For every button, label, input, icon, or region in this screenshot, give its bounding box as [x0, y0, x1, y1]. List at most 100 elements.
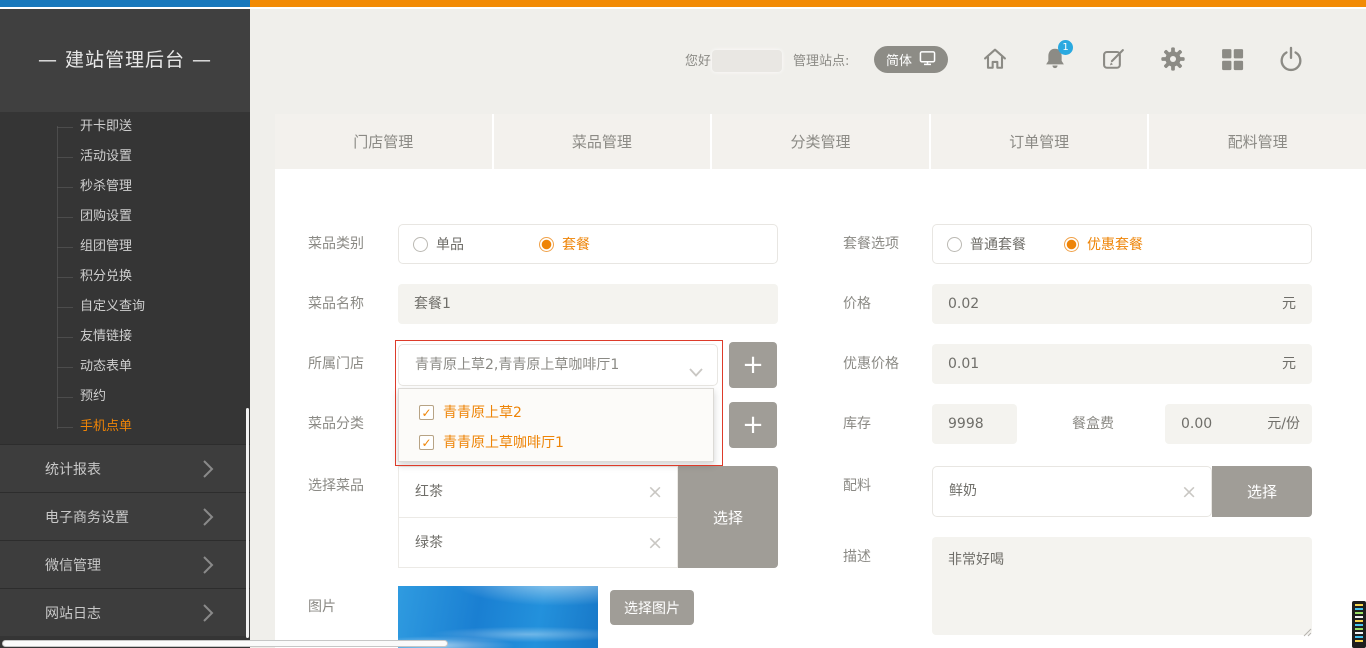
- sidebar-item-zidingyichaxun[interactable]: 自定义查询: [0, 292, 250, 322]
- select-ingredient-button[interactable]: 选择: [1212, 466, 1312, 517]
- section-label: 统计报表: [45, 459, 101, 479]
- power-logout-icon[interactable]: [1277, 45, 1305, 73]
- topbar-orange: [250, 0, 1366, 7]
- store-select[interactable]: 青青原上草2,青青原上草咖啡厅1: [398, 344, 718, 386]
- store-option-1[interactable]: ✓ 青青原上草2: [419, 397, 713, 427]
- tab-ingredient-management[interactable]: 配料管理: [1149, 114, 1366, 169]
- ingredient-label: 配料: [843, 466, 871, 506]
- price-label: 价格: [843, 284, 871, 324]
- sidebar-section-weixinguanli[interactable]: 微信管理: [0, 540, 250, 588]
- dish-name: 绿茶: [415, 535, 443, 551]
- add-store-button[interactable]: +: [729, 342, 777, 388]
- add-classify-button[interactable]: +: [729, 402, 777, 448]
- store-label: 所属门店: [308, 344, 364, 384]
- description-textarea[interactable]: 非常好喝: [932, 537, 1312, 635]
- language-switch-button[interactable]: 简体: [874, 46, 948, 73]
- dish-name: 红茶: [415, 484, 443, 500]
- sidebar-item-shoujidiandan-active[interactable]: 手机点单: [0, 412, 250, 442]
- radio-icon: [947, 237, 962, 252]
- sidebar-item-youqinglianjie[interactable]: 友情链接: [0, 322, 250, 352]
- box-fee-input[interactable]: 0.00 元/份: [1165, 404, 1312, 444]
- radio-discount-meal[interactable]: 优惠套餐: [1064, 234, 1143, 254]
- radio-label: 普通套餐: [970, 234, 1026, 254]
- box-fee-unit: 元/份: [1267, 404, 1300, 444]
- chevron-right-icon: [203, 460, 214, 482]
- app-title: — 建站管理后台 —: [0, 9, 250, 112]
- dish-category-radio-group: 单品 套餐: [398, 224, 778, 264]
- remove-ingredient-icon[interactable]: ×: [1181, 483, 1197, 502]
- notification-badge: 1: [1058, 40, 1073, 55]
- tab-bar: 门店管理 菜品管理 分类管理 订单管理 配料管理: [275, 114, 1366, 169]
- select-dishes-button[interactable]: 选择: [678, 466, 778, 568]
- dish-category-label: 菜品类别: [308, 224, 364, 264]
- sidebar-item-dongtaibiaodan[interactable]: 动态表单: [0, 352, 250, 382]
- dish-name-input[interactable]: 套餐1: [398, 284, 778, 324]
- box-fee-label: 餐盒费: [1072, 404, 1114, 444]
- store-select-value: 青青原上草2,青青原上草咖啡厅1: [399, 345, 717, 385]
- image-label: 图片: [308, 587, 336, 627]
- capture-toolbar-fragment: [1352, 601, 1366, 648]
- sidebar: — 建站管理后台 — 开卡即送 活动设置 秒杀管理 团购设置 组团管理 积分兑换…: [0, 9, 250, 648]
- chevron-down-icon: [689, 362, 703, 381]
- username-redacted: [712, 50, 782, 72]
- language-label: 简体: [886, 50, 912, 69]
- apps-grid-icon[interactable]: [1218, 45, 1246, 73]
- section-label: 电子商务设置: [45, 507, 129, 527]
- price-value: 0.02: [948, 296, 979, 312]
- sidebar-item-yuyue[interactable]: 预约: [0, 382, 250, 412]
- tab-store-management[interactable]: 门店管理: [275, 114, 494, 169]
- price-input[interactable]: 0.02 元: [932, 284, 1312, 324]
- radio-set-meal[interactable]: 套餐: [539, 234, 590, 254]
- stock-label: 库存: [843, 404, 871, 444]
- meal-option-radio-group: 普通套餐 优惠套餐: [932, 224, 1312, 264]
- remove-dish-icon[interactable]: ×: [647, 534, 663, 553]
- checkbox-checked-icon[interactable]: ✓: [419, 435, 434, 450]
- sidebar-item-zutuanguanli[interactable]: 组团管理: [0, 232, 250, 262]
- sidebar-submenu: 开卡即送 活动设置 秒杀管理 团购设置 组团管理 积分兑换 自定义查询 友情链接…: [0, 112, 250, 442]
- chevron-right-icon: [203, 604, 214, 626]
- radio-normal-meal[interactable]: 普通套餐: [947, 234, 1026, 254]
- sidebar-section-tongjibaobiao[interactable]: 统计报表: [0, 444, 250, 492]
- ingredient-input[interactable]: 鲜奶 ×: [932, 466, 1212, 517]
- radio-icon: [1064, 237, 1079, 252]
- store-option-label: 青青原上草咖啡厅1: [443, 432, 564, 452]
- sidebar-item-miaoshaguanli[interactable]: 秒杀管理: [0, 172, 250, 202]
- sidebar-section-dianzishangwu[interactable]: 电子商务设置: [0, 492, 250, 540]
- dish-classify-label: 菜品分类: [308, 404, 364, 444]
- selected-dish-list: 红茶 × 绿茶 ×: [398, 466, 678, 568]
- sidebar-item-huodongshezhi[interactable]: 活动设置: [0, 142, 250, 172]
- radio-single-item[interactable]: 单品: [413, 234, 464, 254]
- section-label: 网站日志: [45, 603, 101, 623]
- remove-dish-icon[interactable]: ×: [647, 483, 663, 502]
- store-dropdown-panel: ✓ 青青原上草2 ✓ 青青原上草咖啡厅1: [398, 388, 714, 462]
- sidebar-item-kaikajisong[interactable]: 开卡即送: [0, 112, 250, 142]
- select-dishes-label: 选择菜品: [308, 466, 364, 506]
- meal-option-label: 套餐选项: [843, 224, 899, 264]
- home-icon[interactable]: [981, 45, 1009, 73]
- radio-label: 优惠套餐: [1087, 234, 1143, 254]
- dish-row-black-tea: 红茶 ×: [399, 467, 677, 517]
- edit-icon[interactable]: [1100, 45, 1128, 73]
- checkbox-checked-icon[interactable]: ✓: [419, 405, 434, 420]
- discount-price-label: 优惠价格: [843, 344, 899, 384]
- sidebar-item-jifenduihuan[interactable]: 积分兑换: [0, 262, 250, 292]
- sidebar-section-wangzhanrizhi[interactable]: 网站日志: [0, 588, 250, 636]
- settings-gear-icon[interactable]: [1159, 45, 1187, 73]
- price-unit: 元: [1282, 284, 1296, 324]
- dish-row-green-tea: 绿茶 ×: [399, 517, 677, 567]
- greeting-text: 您好: [685, 51, 711, 73]
- tab-category-management[interactable]: 分类管理: [712, 114, 931, 169]
- tab-dish-management[interactable]: 菜品管理: [494, 114, 713, 169]
- tab-order-management[interactable]: 订单管理: [931, 114, 1150, 169]
- discount-price-unit: 元: [1282, 344, 1296, 384]
- stock-input[interactable]: 9998: [932, 404, 1017, 444]
- sidebar-scrollbar[interactable]: [246, 408, 249, 638]
- radio-icon: [413, 237, 428, 252]
- discount-price-input[interactable]: 0.01 元: [932, 344, 1312, 384]
- choose-image-button[interactable]: 选择图片: [610, 590, 694, 625]
- horizontal-scrollbar-thumb[interactable]: [2, 640, 448, 647]
- store-option-2[interactable]: ✓ 青青原上草咖啡厅1: [419, 427, 713, 457]
- discount-price-value: 0.01: [948, 356, 979, 372]
- sidebar-item-tuangoushezhi[interactable]: 团购设置: [0, 202, 250, 232]
- chevron-right-icon: [203, 508, 214, 530]
